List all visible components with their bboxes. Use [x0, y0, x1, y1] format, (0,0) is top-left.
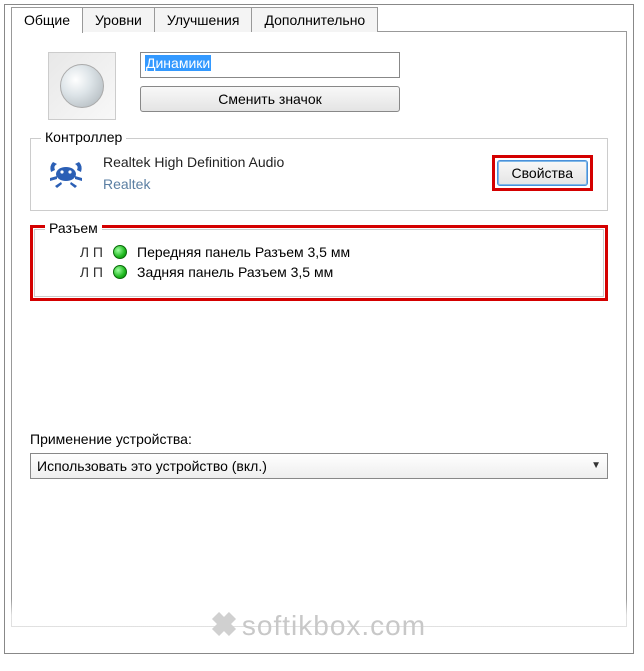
jack-label: Задняя панель Разъем 3,5 мм [137, 264, 333, 280]
controller-name: Realtek High Definition Audio [103, 151, 476, 173]
controller-group-title: Контроллер [41, 129, 126, 145]
jack-dot-icon [113, 265, 127, 279]
device-usage-dropdown[interactable]: Использовать это устройство (вкл.) ▼ [30, 453, 608, 479]
tab-general[interactable]: Общие [11, 7, 83, 33]
properties-window: Общие Уровни Улучшения Дополнительно Дин… [4, 4, 634, 654]
controller-group: Контроллер Realte [30, 138, 608, 211]
jack-group: Разъем Л П Передняя панель Разъем 3,5 мм… [34, 229, 604, 297]
jack-label: Передняя панель Разъем 3,5 мм [137, 244, 350, 260]
realtek-crab-icon [45, 152, 87, 194]
jack-row-rear: Л П Задняя панель Разъем 3,5 мм [49, 262, 589, 282]
jack-row-front: Л П Передняя панель Разъем 3,5 мм [49, 242, 589, 262]
change-icon-button[interactable]: Сменить значок [140, 86, 400, 112]
properties-button[interactable]: Свойства [497, 160, 588, 186]
tab-panel-general: Динамики Сменить значок Контроллер [11, 31, 627, 627]
highlight-jacks: Разъем Л П Передняя панель Разъем 3,5 мм… [30, 225, 608, 301]
tab-strip: Общие Уровни Улучшения Дополнительно [5, 5, 633, 32]
device-header: Динамики Сменить значок [30, 52, 608, 120]
tab-advanced[interactable]: Дополнительно [251, 7, 378, 32]
jack-dot-icon [113, 245, 127, 259]
dropdown-selected-text: Использовать это устройство (вкл.) [37, 458, 267, 474]
device-usage-label: Применение устройства: [30, 431, 608, 447]
jack-lr-label: Л П [75, 264, 103, 280]
speaker-icon [48, 52, 116, 120]
chevron-down-icon: ▼ [591, 460, 601, 471]
jack-group-title: Разъем [45, 220, 102, 236]
jack-lr-label: Л П [75, 244, 103, 260]
tab-levels[interactable]: Уровни [82, 7, 155, 32]
device-name-input[interactable]: Динамики [140, 52, 400, 78]
tab-enhancements[interactable]: Улучшения [154, 7, 253, 32]
controller-vendor: Realtek [103, 173, 476, 195]
highlight-properties: Свойства [492, 155, 593, 191]
